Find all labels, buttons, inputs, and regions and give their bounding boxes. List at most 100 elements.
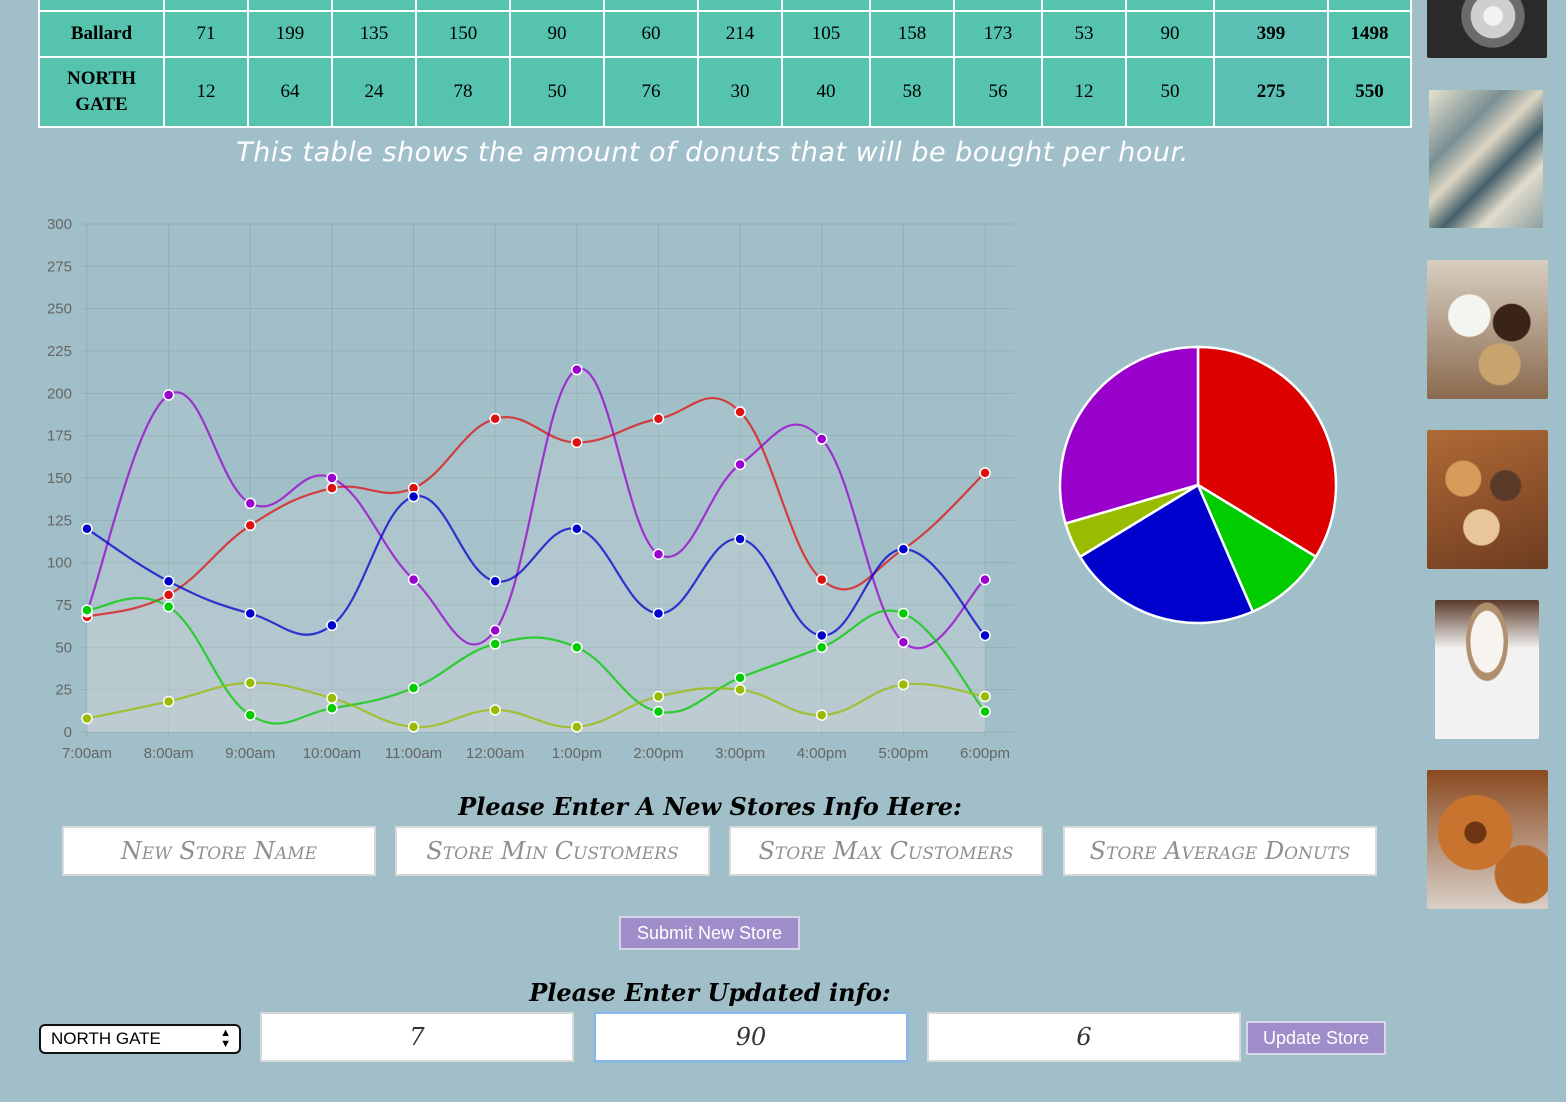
store-select[interactable]: NORTH GATE ▲ ▼: [39, 1024, 241, 1054]
hour-cell: 40: [781, 56, 871, 128]
hour-cell: 64: [247, 56, 333, 128]
data-point: [897, 636, 910, 649]
hourly-line-chart: 0 25 50 75 100 125 150 175 200 225 250 275 300 7:00am…: [47, 216, 1015, 762]
data-point: [897, 678, 910, 691]
data-point: [326, 692, 338, 704]
data-point: [652, 690, 665, 703]
data-point: [407, 721, 420, 733]
y-tick-label: 125: [47, 512, 72, 529]
x-tick-label: 8:00am: [144, 745, 194, 762]
y-tick-label: 75: [55, 597, 72, 614]
data-point: [734, 683, 746, 696]
x-tick-label: 1:00pm: [552, 745, 602, 762]
table-row: NORTH GATE 12 64 24 78 50 76 30 40 58 56…: [38, 56, 1412, 128]
data-point: [571, 436, 583, 449]
submit-new-store-button[interactable]: Submit New Store: [619, 916, 800, 950]
hour-cell: 24: [331, 56, 417, 128]
data-point: [244, 709, 257, 721]
x-tick-label: 5:00pm: [878, 745, 928, 762]
x-tick-label: 9:00am: [225, 745, 275, 762]
data-point: [571, 523, 583, 535]
store-select-value: NORTH GATE: [51, 1029, 161, 1048]
data-point: [979, 467, 991, 479]
data-point: [734, 672, 746, 684]
hour-cell: 12: [1041, 56, 1127, 128]
data-point: [326, 472, 338, 484]
y-tick-label: 250: [47, 301, 72, 318]
x-tick-label: 10:00am: [303, 745, 361, 762]
y-tick-label: 0: [64, 724, 72, 741]
hour-cell: 12: [163, 56, 249, 128]
store-name-cell: Ballard: [38, 10, 165, 58]
data-point: [815, 573, 828, 586]
store-name-cell: NORTH GATE: [38, 56, 165, 128]
data-point: [489, 412, 501, 425]
hour-cell: 56: [953, 56, 1043, 128]
hour-cell: 214: [697, 10, 783, 58]
data-point: [897, 607, 910, 620]
data-point: [489, 638, 501, 650]
donut-box-thumbnail: [1427, 430, 1548, 569]
hour-cell: 50: [1125, 56, 1215, 128]
select-arrows-icon: ▲ ▼: [220, 1027, 231, 1050]
data-point: [81, 523, 93, 535]
hour-cell: 199: [247, 10, 333, 58]
data-point: [652, 607, 665, 620]
coffee-cup-thumbnail: [1435, 600, 1539, 739]
data-point: [979, 573, 991, 586]
hour-cell: 71: [163, 10, 249, 58]
x-tick-label: 6:00pm: [960, 745, 1010, 762]
table-caption: This table shows the amount of donuts th…: [236, 137, 1189, 168]
update-max-input[interactable]: [594, 1012, 908, 1062]
data-point: [162, 600, 175, 613]
data-point: [652, 548, 665, 560]
data-point: [407, 573, 420, 586]
y-tick-label: 25: [55, 682, 72, 699]
store-min-customers-input[interactable]: [395, 826, 710, 876]
y-tick-label: 150: [47, 470, 72, 487]
data-point: [652, 412, 665, 425]
y-tick-label: 175: [47, 428, 72, 445]
update-form-title: Please Enter Updated info:: [529, 978, 891, 1007]
x-tick-label: 3:00pm: [715, 745, 765, 762]
hour-cell: 135: [331, 10, 417, 58]
data-point: [81, 712, 93, 725]
update-avg-input[interactable]: [927, 1012, 1241, 1062]
data-point: [734, 458, 746, 471]
hour-cell: 30: [697, 56, 783, 128]
hour-cell: 76: [603, 56, 699, 128]
data-point: [571, 641, 583, 654]
new-store-form-title: Please Enter A New Stores Info Here:: [458, 792, 962, 821]
store-average-donuts-input[interactable]: [1063, 826, 1377, 876]
y-tick-label: 300: [47, 216, 72, 233]
table-row: Ballard 71 199 135 150 90 60 214 105 158…: [38, 10, 1412, 58]
hour-cell: 105: [781, 10, 871, 58]
hour-cell: 50: [509, 56, 605, 128]
map-poster-thumbnail: [1429, 90, 1543, 228]
x-tick-label: 4:00pm: [797, 745, 847, 762]
data-point: [979, 629, 991, 642]
update-store-button[interactable]: Update Store: [1246, 1021, 1386, 1055]
store-max-customers-input[interactable]: [729, 826, 1043, 876]
hour-cell: 53: [1041, 10, 1127, 58]
hour-cell: 150: [415, 10, 511, 58]
data-point: [652, 705, 665, 718]
y-tick-label: 275: [47, 258, 72, 275]
data-point: [162, 589, 175, 601]
sales-table-container: Ballard 71 199 135 150 90 60 214 105 158…: [38, 0, 1412, 128]
update-min-input[interactable]: [260, 1012, 574, 1062]
data-point: [326, 482, 338, 494]
y-tick-label: 200: [47, 385, 72, 402]
data-point: [815, 709, 828, 721]
data-point: [244, 607, 257, 620]
data-point: [897, 543, 910, 555]
new-store-name-input[interactable]: [62, 826, 376, 876]
x-tick-label: 12:00am: [466, 745, 524, 762]
data-point: [571, 721, 583, 733]
y-tick-label: 225: [47, 343, 72, 360]
x-tick-label: 2:00pm: [633, 745, 683, 762]
data-point: [407, 682, 420, 694]
daily-cell: 275: [1213, 56, 1329, 128]
table-row-partial: [38, 0, 1412, 12]
data-point: [734, 406, 746, 418]
